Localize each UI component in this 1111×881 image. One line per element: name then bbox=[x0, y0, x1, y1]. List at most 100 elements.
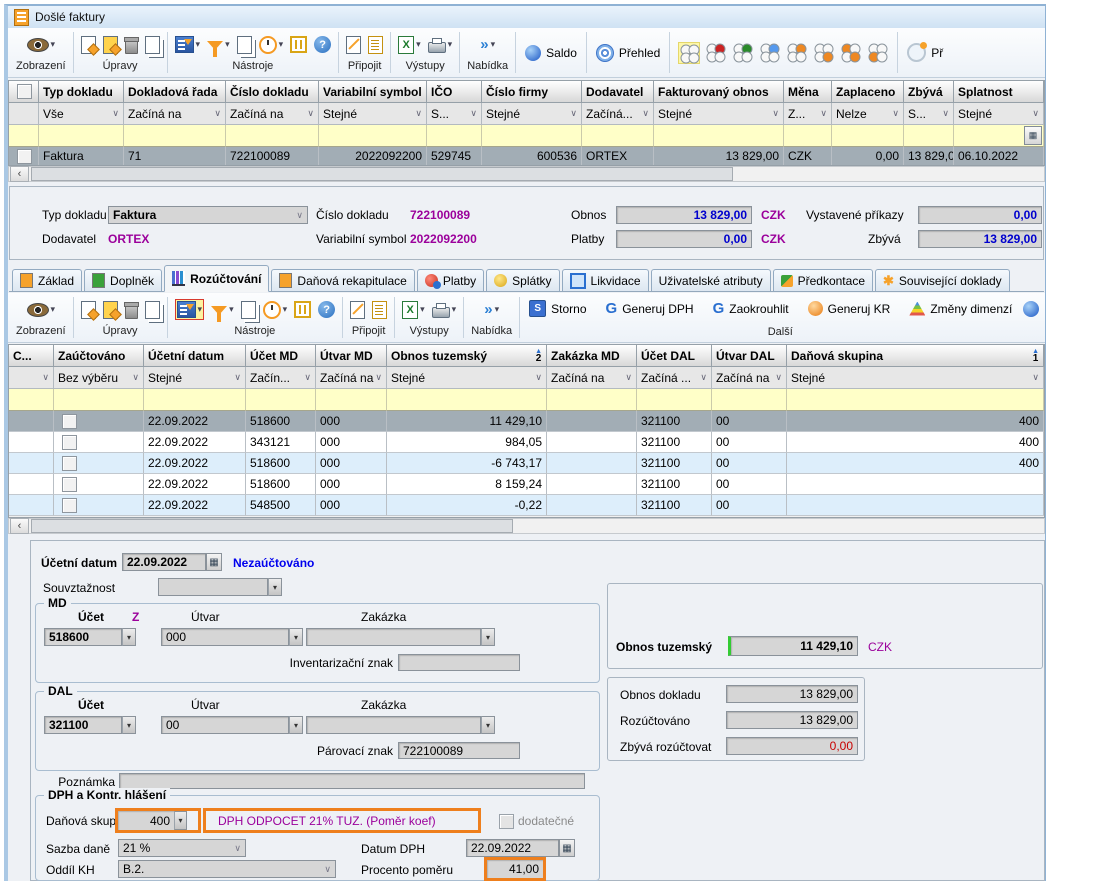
danova-skupina-field[interactable]: 400 bbox=[118, 811, 174, 830]
filter-combo[interactable]: Začíná na ∨ bbox=[712, 367, 787, 389]
parovaci-znak-field[interactable]: 722100089 bbox=[398, 742, 520, 759]
dodatecne-checkbox[interactable] bbox=[499, 814, 514, 829]
souvztaznost-combo[interactable] bbox=[158, 578, 268, 596]
sort-button[interactable]: ▾ bbox=[174, 36, 200, 53]
dal-zakazka-field[interactable] bbox=[306, 716, 481, 734]
row-checkbox[interactable] bbox=[62, 434, 77, 450]
filter-combo[interactable]: Z... ∨ bbox=[784, 103, 832, 125]
filter-combo[interactable]: Začíná... ∨ bbox=[582, 103, 654, 125]
filter-input[interactable] bbox=[547, 389, 637, 411]
grid-button-icon[interactable]: ▦ bbox=[1024, 126, 1042, 145]
tab-likvidace[interactable]: Likvidace bbox=[561, 269, 649, 291]
view-button[interactable]: ▾ bbox=[26, 302, 55, 317]
md-zakazka-field[interactable] bbox=[306, 628, 481, 646]
md-ucet-field[interactable]: 518600 bbox=[44, 628, 122, 646]
tab-predkontace[interactable]: Předkontace bbox=[772, 269, 873, 291]
prehled-button[interactable]: Přehled bbox=[588, 30, 668, 75]
filter-combo[interactable]: Stejné ∨ bbox=[144, 367, 246, 389]
md-utvar-field[interactable]: 000 bbox=[161, 628, 289, 646]
scroll-left-button[interactable]: ‹ bbox=[10, 166, 29, 182]
filter-combo[interactable]: Nelze ∨ bbox=[832, 103, 904, 125]
filter-combo[interactable]: Stejné ∨ bbox=[787, 367, 1044, 389]
row-checkbox[interactable] bbox=[17, 148, 32, 164]
filter-input[interactable] bbox=[482, 125, 582, 147]
filter-input[interactable] bbox=[9, 389, 54, 411]
clover-blue-button[interactable] bbox=[759, 42, 781, 64]
sort-button-active[interactable]: ▾ bbox=[174, 299, 205, 320]
filter-input[interactable] bbox=[124, 125, 226, 147]
excel-export-button[interactable]: X ▾ bbox=[398, 35, 421, 54]
dal-ucet-field[interactable]: 321100 bbox=[44, 716, 122, 734]
filter-input[interactable] bbox=[9, 125, 39, 147]
zmeny-dimenzi-button[interactable]: Změny dimenzí bbox=[901, 301, 1020, 316]
column-header[interactable]: IČO bbox=[427, 81, 482, 103]
filter-combo[interactable]: Stejné ∨ bbox=[319, 103, 427, 125]
clover-orange1-button[interactable] bbox=[786, 42, 808, 64]
edit-record-button[interactable] bbox=[102, 35, 118, 54]
edit-record-button[interactable] bbox=[102, 300, 118, 319]
inventarizacni-znak-field[interactable] bbox=[398, 654, 520, 671]
generuj-kr-button[interactable]: Generuj KR bbox=[800, 301, 899, 316]
column-header[interactable]: C... bbox=[9, 345, 54, 367]
filter-input[interactable] bbox=[904, 125, 954, 147]
typ-dokladu-combo[interactable]: Faktura ∨ bbox=[108, 206, 308, 224]
row-checkbox[interactable] bbox=[62, 413, 77, 429]
column-header[interactable]: Účetní datum bbox=[144, 345, 246, 367]
copy-record-button[interactable] bbox=[144, 35, 160, 54]
filter-button[interactable]: ▾ bbox=[207, 39, 230, 57]
clover-all-button[interactable] bbox=[678, 41, 701, 64]
filter-combo[interactable]: Bez výběru ∨ bbox=[54, 367, 144, 389]
tab-splatky[interactable]: Splátky bbox=[486, 269, 560, 291]
rozuctovani-row[interactable]: 22.09.2022 518600 000 8 159,24 321100 00 bbox=[9, 474, 1044, 495]
dal-ucet-spin-button[interactable]: ▾ bbox=[122, 716, 136, 734]
filter-combo[interactable]: Stejné ∨ bbox=[654, 103, 784, 125]
filter-input[interactable] bbox=[54, 389, 144, 411]
column-header[interactable]: Číslo dokladu bbox=[226, 81, 319, 103]
filter-combo[interactable]: Vše ∨ bbox=[39, 103, 124, 125]
settings-button[interactable] bbox=[290, 36, 308, 53]
filter-combo[interactable]: S... ∨ bbox=[427, 103, 482, 125]
settings-button[interactable] bbox=[294, 301, 312, 318]
filter-combo[interactable]: Začíná ... ∨ bbox=[637, 367, 712, 389]
generuj-dph-button[interactable]: G Generuj DPH bbox=[598, 301, 702, 316]
sazba-dane-combo[interactable]: 21 % ∨ bbox=[118, 839, 246, 857]
filter-combo[interactable]: Stejné ∨ bbox=[954, 103, 1044, 125]
column-header[interactable]: Účet DAL bbox=[637, 345, 712, 367]
poznamka-field[interactable] bbox=[119, 773, 585, 789]
attach-note-button[interactable] bbox=[346, 35, 362, 54]
rozuctovani-row[interactable]: 22.09.2022 518600 000 -6 743,17 321100 0… bbox=[9, 453, 1044, 474]
copy-record-button[interactable] bbox=[144, 300, 160, 319]
duplicate-button[interactable] bbox=[240, 300, 256, 319]
attach-list-button[interactable] bbox=[368, 35, 384, 54]
tab-danova-rekapitulace[interactable]: Daňová rekapitulace bbox=[271, 269, 415, 291]
dal-zakazka-spin-button[interactable]: ▾ bbox=[481, 716, 495, 734]
new-record-button[interactable] bbox=[80, 300, 96, 319]
history-button[interactable]: ▾ bbox=[258, 35, 283, 54]
tab-uzivatelske-atributy[interactable]: Uživatelské atributy bbox=[650, 269, 771, 291]
help-button[interactable]: ? bbox=[314, 36, 332, 53]
column-header[interactable]: Dokladová řada bbox=[124, 81, 226, 103]
clover-orange2-button[interactable] bbox=[813, 42, 835, 64]
filter-input[interactable] bbox=[784, 125, 832, 147]
filter-input[interactable] bbox=[654, 125, 784, 147]
filter-input[interactable] bbox=[246, 389, 316, 411]
filter-button[interactable]: ▾ bbox=[211, 304, 234, 322]
ucetni-datum-field[interactable]: 22.09.2022 bbox=[122, 553, 206, 571]
zaokrouhlit-button[interactable]: G Zaokrouhlit bbox=[705, 301, 797, 316]
prepocet-button[interactable]: Př bbox=[899, 30, 951, 75]
column-header-sorted[interactable]: Obnos tuzemský ▲ 2 bbox=[387, 345, 547, 367]
column-header[interactable]: Splatnost bbox=[954, 81, 1044, 103]
column-header[interactable]: Zaplaceno bbox=[832, 81, 904, 103]
tab-souvisejici-doklady[interactable]: ✱ Související doklady bbox=[875, 269, 1010, 291]
column-header[interactable]: Variabilní symbol bbox=[319, 81, 427, 103]
filter-input[interactable] bbox=[226, 125, 319, 147]
column-header[interactable]: Zbývá bbox=[904, 81, 954, 103]
storno-button[interactable]: S Storno bbox=[521, 300, 594, 317]
filter-input[interactable] bbox=[637, 389, 712, 411]
duplicate-button[interactable] bbox=[236, 35, 252, 54]
filter-input[interactable] bbox=[316, 389, 387, 411]
attach-note-button[interactable] bbox=[350, 300, 366, 319]
print-button[interactable]: ▾ bbox=[431, 301, 456, 318]
filter-input[interactable] bbox=[144, 389, 246, 411]
md-zakazka-spin-button[interactable]: ▾ bbox=[481, 628, 495, 646]
